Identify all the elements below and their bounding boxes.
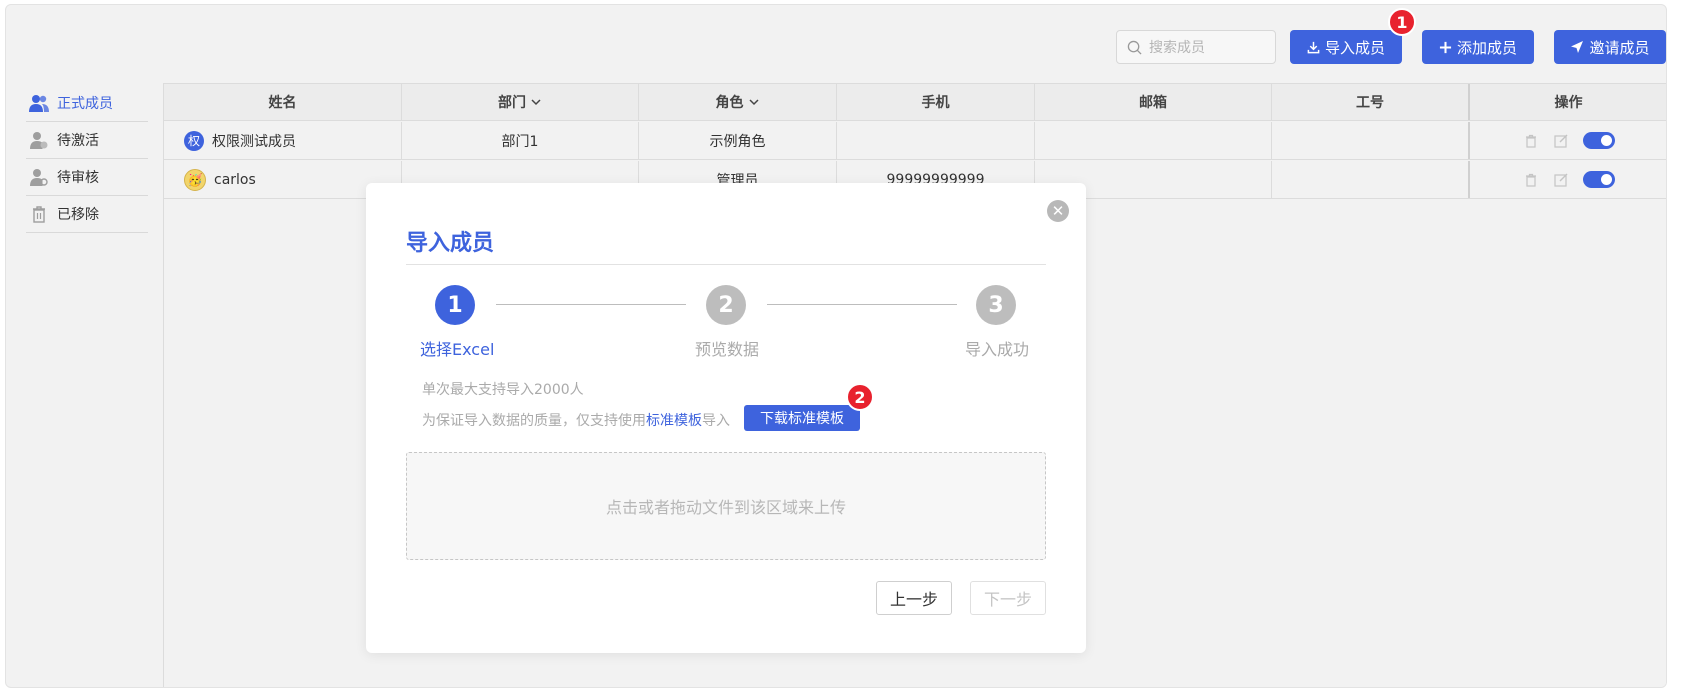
step-3-label: 导入成功: [965, 340, 1030, 359]
invite-member-label: 邀请成员: [1589, 38, 1650, 57]
next-step-button[interactable]: 下一步: [970, 581, 1046, 615]
column-email: 邮箱: [1035, 84, 1272, 120]
sidebar-item-removed[interactable]: 已移除: [26, 196, 148, 233]
row-actions: [1468, 161, 1666, 198]
avatar: 权: [184, 130, 204, 151]
invite-member-button[interactable]: 邀请成员: [1554, 30, 1666, 64]
user-pending-icon: [30, 132, 48, 149]
step-badge-1: 1: [1388, 8, 1416, 36]
close-icon[interactable]: ✕: [1047, 200, 1069, 222]
send-icon: [1571, 41, 1584, 53]
step-3-circle: 3: [976, 285, 1016, 325]
column-phone: 手机: [837, 84, 1035, 120]
sidebar-item-pending-activation[interactable]: 待激活: [26, 122, 148, 159]
column-actions: 操作: [1468, 84, 1666, 120]
users-icon: [29, 95, 49, 112]
member-phone: [837, 122, 1035, 159]
plus-icon: [1439, 41, 1452, 53]
chevron-down-icon: [748, 99, 759, 106]
template-hint: 为保证导入数据的质量，仅支持使用标准模板导入: [422, 413, 730, 429]
import-members-button[interactable]: 导入成员: [1290, 30, 1402, 64]
member-name: carlos: [214, 171, 256, 188]
import-limit-hint: 单次最大支持导入2000人: [422, 382, 584, 398]
step-1-label: 选择Excel: [420, 340, 495, 359]
standard-template-link[interactable]: 标准模板: [646, 413, 702, 429]
member-email: [1035, 122, 1272, 159]
sidebar-item-formal-members[interactable]: 正式成员: [26, 85, 148, 122]
sidebar-item-label: 正式成员: [57, 96, 113, 112]
download-template-button[interactable]: 下载标准模板: [744, 405, 860, 431]
sidebar-item-label: 已移除: [57, 207, 99, 223]
download-icon: [1307, 41, 1320, 53]
user-review-icon: [30, 169, 48, 186]
search-input[interactable]: 搜索成员: [1116, 30, 1276, 64]
member-department: 部门1: [402, 122, 639, 159]
step-2-label: 预览数据: [695, 340, 760, 359]
member-enabled-toggle[interactable]: [1582, 171, 1615, 188]
dialog-title: 导入成员: [406, 231, 495, 256]
delete-icon[interactable]: [1523, 172, 1539, 188]
import-members-label: 导入成员: [1324, 38, 1385, 57]
column-name: 姓名: [164, 84, 402, 120]
step-badge-2: 2: [846, 383, 874, 411]
add-member-button[interactable]: 添加成员: [1422, 30, 1534, 64]
trash-icon: [33, 206, 45, 223]
avatar: 🥳: [184, 168, 206, 191]
sidebar-item-label: 待审核: [57, 170, 99, 186]
chevron-down-icon: [531, 99, 541, 106]
edit-icon[interactable]: [1553, 172, 1569, 188]
member-sidebar: 正式成员 待激活 待审核 已移除: [26, 85, 148, 233]
column-department[interactable]: 部门: [402, 84, 639, 120]
column-role[interactable]: 角色: [639, 84, 837, 120]
member-role: 示例角色: [639, 122, 837, 159]
step-connector: [767, 304, 957, 305]
sidebar-item-label: 待激活: [57, 133, 99, 149]
row-actions: [1468, 122, 1666, 159]
import-members-dialog: ✕ 导入成员 1 2 3 选择Excel 预览数据 导入成功 单次最大支持导入2…: [366, 183, 1086, 653]
delete-icon[interactable]: [1523, 133, 1539, 149]
search-placeholder: 搜索成员: [1149, 40, 1205, 56]
member-name: 权限测试成员: [212, 133, 296, 150]
add-member-label: 添加成员: [1456, 38, 1517, 57]
member-employee-id: [1272, 161, 1468, 198]
table-row: 权 权限测试成员 部门1 示例角色: [164, 122, 1666, 160]
table-header: 姓名 部门 角色 手机 邮箱 工号 操作: [164, 83, 1666, 121]
column-employee-id: 工号: [1356, 95, 1384, 111]
prev-step-button[interactable]: 上一步: [876, 581, 952, 615]
search-icon: [1127, 40, 1142, 55]
file-upload-dropzone[interactable]: 点击或者拖动文件到该区域来上传: [406, 452, 1046, 560]
step-connector: [496, 304, 686, 305]
step-1-circle: 1: [435, 285, 475, 325]
member-enabled-toggle[interactable]: [1582, 132, 1615, 149]
step-2-circle: 2: [706, 285, 746, 325]
member-employee-id: [1272, 122, 1468, 159]
edit-icon[interactable]: [1553, 133, 1569, 149]
dialog-divider: [406, 264, 1046, 265]
sidebar-item-pending-review[interactable]: 待审核: [26, 159, 148, 196]
dropzone-text: 点击或者拖动文件到该区域来上传: [605, 498, 846, 517]
